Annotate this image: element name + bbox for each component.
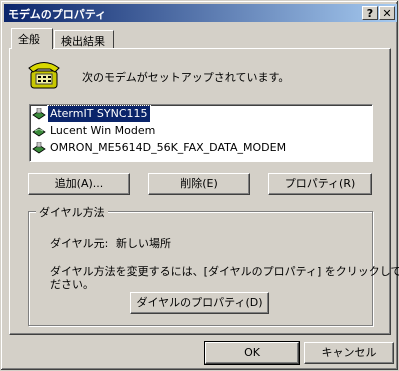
window-title: モデムのプロパティ <box>8 8 107 21</box>
remove-modem-button[interactable]: 削除(E) <box>148 173 250 195</box>
tab-detection-results-label: 検出結果 <box>61 35 105 48</box>
tab-general-label: 全般 <box>18 33 40 46</box>
dialing-description-line1: ダイヤル方法を変更するには、[ダイヤルのプロパティ] をクリックしてく <box>50 265 399 278</box>
help-button[interactable]: ? <box>362 6 378 20</box>
modem-icon <box>32 108 46 120</box>
cancel-button[interactable]: キャンセル <box>304 342 394 364</box>
tab-general[interactable]: 全般 <box>11 28 53 49</box>
modem-name: AtermIT SYNC115 <box>47 105 151 123</box>
modem-icon <box>32 127 46 137</box>
modem-name: Lucent Win Modem <box>50 124 156 137</box>
modems-intro-text: 次のモデムがセットアップされています。 <box>82 71 290 84</box>
modem-name: OMRON_ME5614D_56K_FAX_DATA_MODEM <box>50 141 287 154</box>
dialog-window: モデムのプロパティ ? ✕ 全般 検出結果 次のモデムがセットアップされています… <box>0 0 399 371</box>
ok-button[interactable]: OK <box>204 341 300 365</box>
dialing-description-line2: ださい。 <box>50 278 94 291</box>
tab-detection-results[interactable]: 検出結果 <box>54 30 114 48</box>
dialing-from-value: 新しい場所 <box>116 237 171 250</box>
close-button[interactable]: ✕ <box>379 6 395 20</box>
dialing-from-label: ダイヤル元: <box>50 237 109 250</box>
dialing-group-title: ダイヤル方法 <box>36 204 108 220</box>
dialing-properties-button[interactable]: ダイヤルのプロパティ(D) <box>130 292 269 314</box>
telephone-icon <box>28 62 60 89</box>
modem-icon <box>32 142 46 154</box>
modem-list[interactable]: AtermIT SYNC115 Lucent Win Modem OMRON_M… <box>29 104 373 162</box>
add-modem-button[interactable]: 追加(A)... <box>28 173 130 195</box>
modem-properties-button[interactable]: プロパティ(R) <box>268 173 372 195</box>
title-bar[interactable]: モデムのプロパティ ? ✕ <box>4 4 397 22</box>
